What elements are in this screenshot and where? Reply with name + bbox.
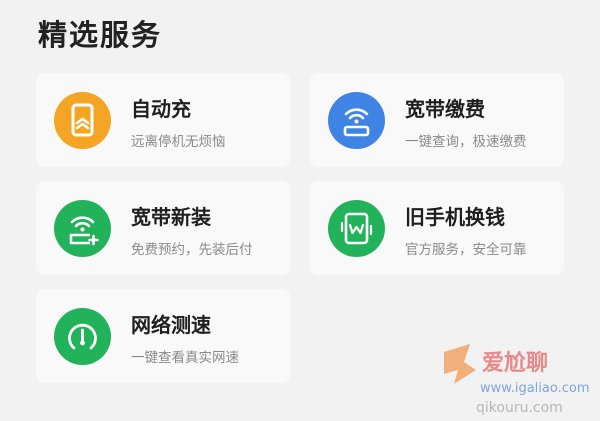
service-card-broadband-install[interactable]: 宽带新装 免费预约，先装后付 [36,181,290,275]
section-title: 精选服务 [38,18,163,52]
service-subtitle: 远离停机无烦恼 [131,134,226,150]
watermark-brand: 爱尬聊 [482,350,548,376]
service-card-speed-test[interactable]: 网络测速 一键查看真实网速 [36,289,290,383]
wifi-router-plus-icon [54,200,111,257]
service-card-auto-recharge[interactable]: 自动充 远离停机无烦恼 [36,73,290,167]
service-card-broadband-payment[interactable]: 宽带缴费 一键查询，极速缴费 [310,73,564,167]
watermark-url: www.igaliao.com [480,381,589,396]
service-card-phone-trade-in[interactable]: 旧手机换钱 官方服务，安全可靠 [310,181,564,275]
service-title: 宽带缴费 [405,97,485,121]
service-title: 自动充 [131,97,191,121]
service-title: 宽带新装 [131,205,211,229]
watermark-logo-icon [444,344,476,384]
wifi-router-icon [328,92,385,149]
service-title: 网络测速 [131,313,211,337]
service-subtitle: 官方服务，安全可靠 [405,242,527,258]
service-subtitle: 免费预约，先装后付 [131,242,253,258]
service-subtitle: 一键查看真实网速 [131,350,239,366]
service-title: 旧手机换钱 [405,205,505,229]
phone-recharge-icon [54,92,111,149]
site-watermark: 爱尬聊 www.igaliao.com qikouru.com [436,340,600,417]
watermark-extra: qikouru.com [476,400,563,416]
service-subtitle: 一键查询，极速缴费 [405,134,527,150]
phone-trade-in-icon [328,200,385,257]
speedometer-icon [54,308,111,365]
